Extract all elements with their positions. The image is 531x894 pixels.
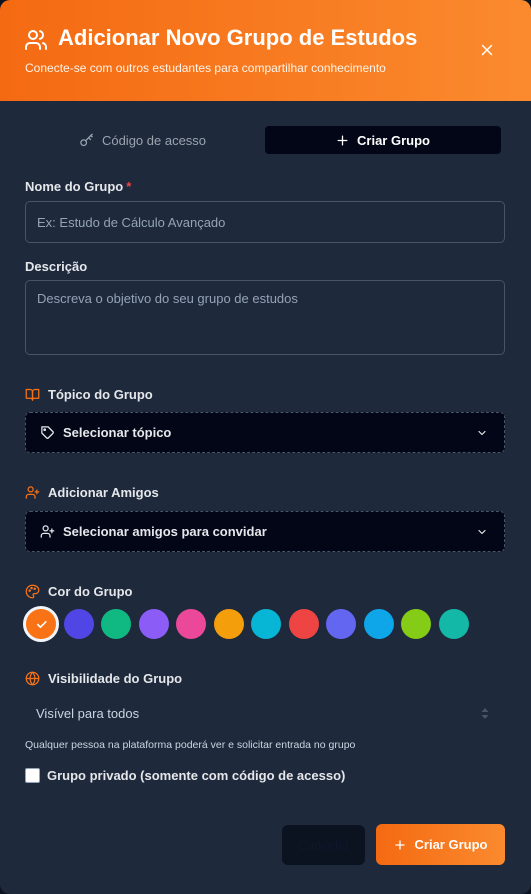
color-swatch[interactable] — [438, 609, 469, 639]
topic-label-text: Tópico do Grupo — [48, 387, 153, 402]
tab-access-code-label: Código de acesso — [101, 132, 207, 148]
user-plus-icon — [40, 524, 55, 539]
color-swatch[interactable] — [288, 609, 319, 639]
group-name-input[interactable]: Ex: Estudo de Cálculo Avançado — [25, 201, 505, 243]
group-name-label-text: Nome do Grupo — [25, 179, 124, 194]
tag-icon — [40, 425, 55, 440]
chevron-up-down-icon — [481, 708, 489, 719]
visibility-hint: Qualquer pessoa na plataforma poderá ver… — [25, 739, 356, 751]
color-swatch[interactable] — [251, 609, 281, 639]
color-swatch[interactable] — [138, 609, 169, 639]
private-group-row: Grupo privado (somente com código de ace… — [25, 768, 345, 783]
chevron-down-icon — [476, 526, 488, 538]
topic-select-value: Selecionar tópico — [63, 425, 172, 440]
color-label-text: Cor do Grupo — [48, 584, 133, 599]
tab-create-group[interactable]: Criar Grupo — [265, 126, 501, 154]
color-swatch[interactable] — [101, 609, 131, 639]
friends-label-text: Adicionar Amigos — [48, 485, 159, 500]
plus-icon — [336, 134, 357, 147]
create-group-button-label: Criar Grupo — [414, 837, 488, 852]
color-swatch[interactable] — [363, 609, 394, 639]
tab-access-code[interactable]: Código de acesso — [24, 126, 261, 154]
color-swatch[interactable] — [401, 609, 431, 639]
plus-icon — [394, 839, 415, 851]
friends-select-value: Selecionar amigos para convidar — [63, 524, 267, 539]
tab-create-group-label: Criar Grupo — [357, 132, 430, 148]
private-group-label: Grupo privado (somente com código de ace… — [47, 768, 346, 783]
chevron-down-icon — [476, 427, 488, 439]
book-open-icon — [25, 387, 48, 402]
private-group-checkbox[interactable] — [25, 768, 40, 783]
color-swatch[interactable] — [63, 609, 94, 639]
create-group-button[interactable]: Criar Grupo — [376, 824, 505, 865]
description-label: Descrição — [25, 259, 88, 274]
close-icon[interactable] — [478, 41, 496, 59]
group-name-label: Nome do Grupo * — [25, 179, 131, 194]
friends-label: Adicionar Amigos — [25, 485, 159, 500]
required-mark: * — [126, 179, 132, 194]
modal-header: Adicionar Novo Grupo de Estudos Conecte-… — [0, 0, 531, 101]
visibility-label-text: Visibilidade do Grupo — [48, 671, 183, 686]
cancel-button[interactable]: Cancelar — [282, 825, 365, 865]
color-swatch[interactable] — [23, 606, 59, 642]
color-swatch[interactable] — [213, 609, 244, 639]
visibility-select[interactable]: Visível para todos — [25, 700, 505, 726]
users-icon — [24, 28, 48, 52]
visibility-label: Visibilidade do Grupo — [25, 671, 182, 686]
topic-select[interactable]: Selecionar tópico — [25, 412, 505, 453]
check-icon — [36, 620, 47, 628]
topic-label: Tópico do Grupo — [25, 387, 153, 402]
visibility-select-value: Visível para todos — [36, 705, 140, 721]
create-group-modal: Adicionar Novo Grupo de Estudos Conecte-… — [0, 0, 531, 894]
description-textarea[interactable]: Descreva o objetivo do seu grupo de estu… — [25, 280, 505, 355]
color-swatch[interactable] — [326, 609, 356, 639]
tab-bar: Código de acesso Criar Grupo — [24, 126, 502, 154]
modal-subtitle: Conecte-se com outros estudantes para co… — [25, 61, 386, 75]
key-icon — [79, 133, 102, 148]
user-plus-icon — [25, 485, 48, 500]
friends-select[interactable]: Selecionar amigos para convidar — [25, 511, 505, 552]
color-label: Cor do Grupo — [25, 584, 133, 599]
color-swatch[interactable] — [176, 609, 206, 639]
palette-icon — [25, 584, 48, 599]
globe-icon — [25, 671, 48, 686]
modal-title: Adicionar Novo Grupo de Estudos — [58, 25, 418, 50]
